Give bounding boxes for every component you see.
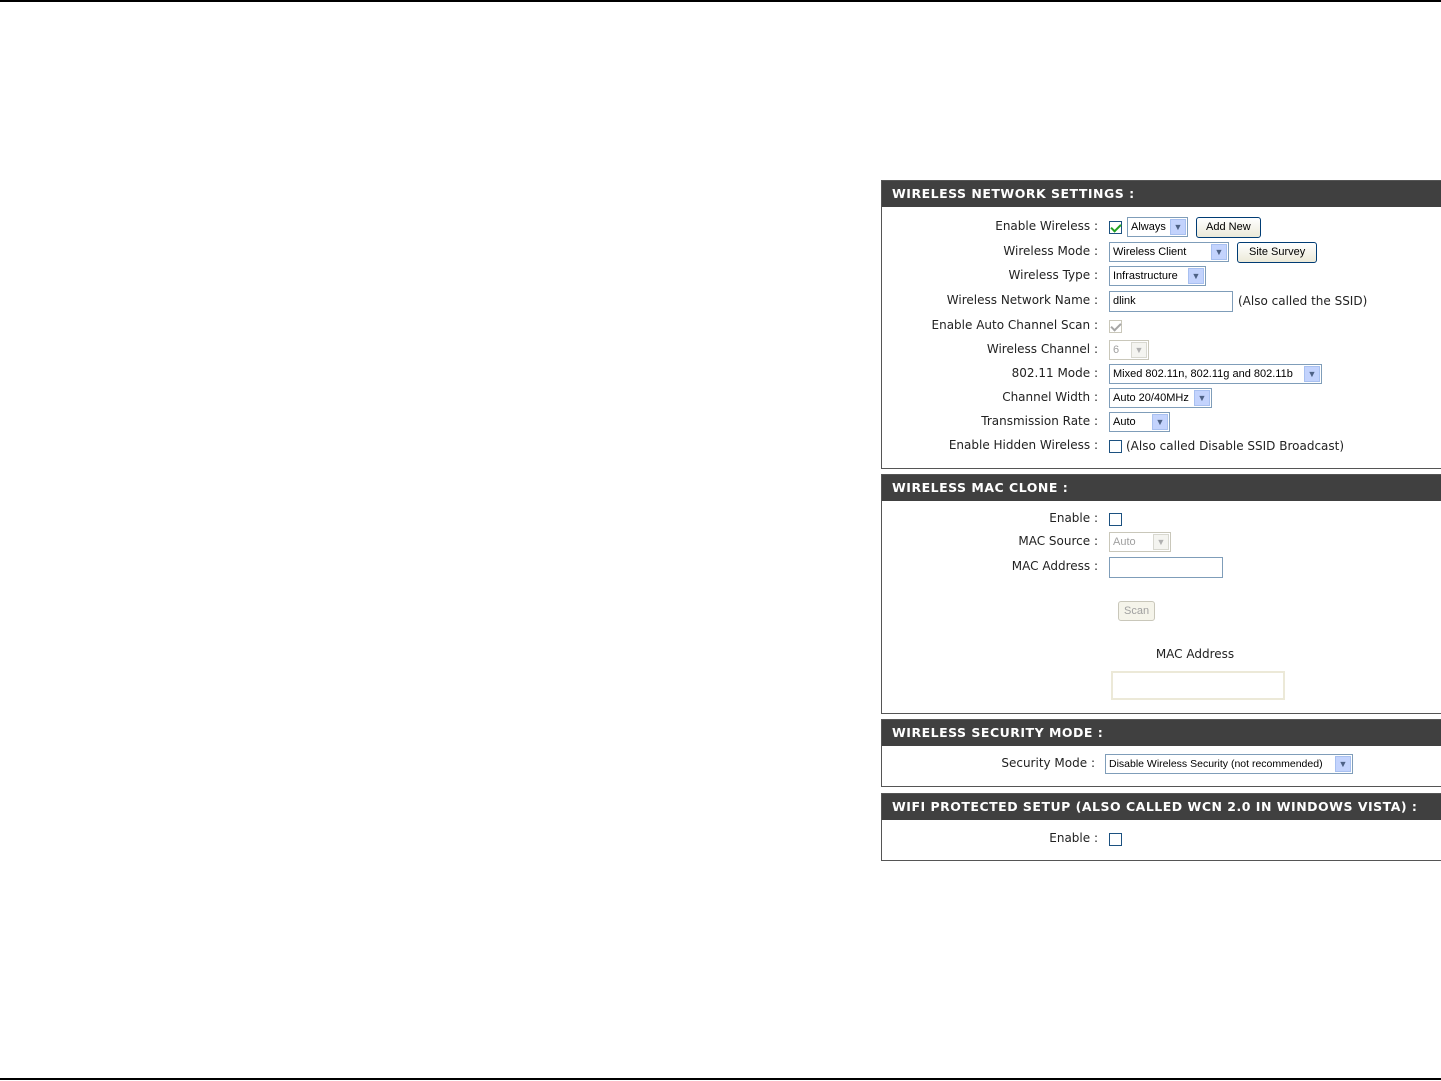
network-name-input[interactable]: dlink bbox=[1109, 290, 1233, 312]
network-name-label: Wireless Network Name : bbox=[946, 293, 1098, 307]
security-mode-select[interactable]: Disable Wireless Security (not recommend… bbox=[1105, 754, 1353, 774]
auto-channel-label: Enable Auto Channel Scan : bbox=[931, 318, 1098, 332]
hidden-wireless-note: (Also called Disable SSID Broadcast) bbox=[1126, 439, 1345, 453]
mac-address-input[interactable] bbox=[1109, 556, 1223, 578]
chevron-down-icon: ▼ bbox=[1194, 390, 1210, 406]
channel-width-select[interactable]: Auto 20/40MHz ▼ bbox=[1109, 388, 1212, 408]
section-title: WIRELESS MAC CLONE : bbox=[882, 475, 1441, 501]
mac-clone-enable-checkbox[interactable] bbox=[1109, 512, 1122, 526]
section-title: WIRELESS SECURITY MODE : bbox=[882, 720, 1441, 746]
bottom-rule bbox=[0, 1078, 1441, 1080]
enable-wireless-row: Enable Wireless : Always ▼ Add New bbox=[882, 216, 1440, 238]
chevron-down-icon: ▼ bbox=[1304, 366, 1320, 382]
transmission-rate-value: Auto bbox=[1113, 416, 1136, 428]
section-title: WIFI PROTECTED SETUP (ALSO CALLED WCN 2.… bbox=[882, 794, 1441, 820]
channel-width-label: Channel Width : bbox=[1002, 390, 1098, 404]
chevron-down-icon: ▼ bbox=[1211, 244, 1227, 260]
wireless-network-settings-panel: WIRELESS NETWORK SETTINGS : Enable Wirel… bbox=[881, 180, 1441, 469]
wireless-type-select[interactable]: Infrastructure ▼ bbox=[1109, 266, 1206, 286]
wireless-type-value: Infrastructure bbox=[1113, 270, 1178, 282]
auto-channel-row: Enable Auto Channel Scan : bbox=[882, 315, 1440, 337]
mac-clone-enable-label: Enable : bbox=[1049, 511, 1098, 525]
network-name-row: Wireless Network Name : dlink (Also call… bbox=[882, 290, 1440, 312]
mac-source-value: Auto bbox=[1113, 536, 1136, 548]
mac-address-row: MAC Address : bbox=[882, 556, 1440, 578]
mac-clone-enable-row: Enable : bbox=[882, 508, 1440, 530]
add-new-button[interactable]: Add New bbox=[1196, 216, 1261, 238]
wireless-type-label: Wireless Type : bbox=[1008, 268, 1098, 282]
wps-enable-label: Enable : bbox=[1049, 831, 1098, 845]
mode-80211-select[interactable]: Mixed 802.11n, 802.11g and 802.11b ▼ bbox=[1109, 364, 1322, 384]
wireless-mode-row: Wireless Mode : Wireless Client ▼ Site S… bbox=[882, 241, 1440, 263]
security-mode-row: Security Mode : Disable Wireless Securit… bbox=[882, 753, 1440, 775]
security-mode-label: Security Mode : bbox=[1001, 756, 1095, 770]
chevron-down-icon: ▼ bbox=[1335, 756, 1351, 772]
wireless-channel-value: 6 bbox=[1113, 344, 1120, 356]
top-rule bbox=[0, 0, 1441, 2]
mac-list-header: MAC Address bbox=[1155, 647, 1235, 661]
wireless-mode-select[interactable]: Wireless Client ▼ bbox=[1109, 242, 1229, 262]
chevron-down-icon: ▼ bbox=[1153, 534, 1169, 550]
hidden-wireless-label: Enable Hidden Wireless : bbox=[948, 438, 1098, 452]
wireless-channel-row: Wireless Channel : 6 ▼ bbox=[882, 339, 1440, 361]
wps-enable-checkbox[interactable] bbox=[1109, 832, 1122, 846]
wps-enable-row: Enable : bbox=[882, 828, 1440, 850]
channel-width-value: Auto 20/40MHz bbox=[1113, 392, 1189, 404]
transmission-rate-select[interactable]: Auto ▼ bbox=[1109, 412, 1170, 432]
ssid-note: (Also called the SSID) bbox=[1238, 294, 1368, 308]
mode-80211-value: Mixed 802.11n, 802.11g and 802.11b bbox=[1113, 368, 1293, 380]
hidden-wireless-row: Enable Hidden Wireless : (Also called Di… bbox=[882, 435, 1440, 457]
wireless-channel-select[interactable]: 6 ▼ bbox=[1109, 340, 1149, 360]
enable-wireless-checkbox[interactable] bbox=[1109, 220, 1122, 234]
wireless-mode-label: Wireless Mode : bbox=[1003, 244, 1098, 258]
transmission-rate-label: Transmission Rate : bbox=[981, 414, 1098, 428]
wifi-protected-setup-panel: WIFI PROTECTED SETUP (ALSO CALLED WCN 2.… bbox=[881, 793, 1441, 861]
transmission-rate-row: Transmission Rate : Auto ▼ bbox=[882, 411, 1440, 433]
mac-source-label: MAC Source : bbox=[1018, 534, 1098, 548]
chevron-down-icon: ▼ bbox=[1152, 414, 1168, 430]
hidden-wireless-checkbox[interactable] bbox=[1109, 439, 1122, 453]
mac-address-list[interactable] bbox=[1111, 671, 1285, 700]
enable-wireless-label: Enable Wireless : bbox=[995, 219, 1098, 233]
chevron-down-icon: ▼ bbox=[1131, 342, 1147, 358]
wireless-security-mode-panel: WIRELESS SECURITY MODE : Security Mode :… bbox=[881, 719, 1441, 787]
wireless-mode-value: Wireless Client bbox=[1113, 246, 1187, 258]
scan-button[interactable]: Scan bbox=[1118, 601, 1156, 621]
security-mode-value: Disable Wireless Security (not recommend… bbox=[1109, 758, 1323, 770]
schedule-select[interactable]: Always ▼ bbox=[1127, 217, 1188, 237]
channel-width-row: Channel Width : Auto 20/40MHz ▼ bbox=[882, 387, 1440, 409]
section-title: WIRELESS NETWORK SETTINGS : bbox=[882, 181, 1441, 207]
wireless-type-row: Wireless Type : Infrastructure ▼ bbox=[882, 265, 1440, 287]
mac-address-label: MAC Address : bbox=[1011, 559, 1098, 573]
mode-80211-label: 802.11 Mode : bbox=[1011, 366, 1098, 380]
chevron-down-icon: ▼ bbox=[1188, 268, 1204, 284]
schedule-value: Always bbox=[1131, 221, 1166, 233]
auto-channel-checkbox[interactable] bbox=[1109, 319, 1122, 333]
mode-80211-row: 802.11 Mode : Mixed 802.11n, 802.11g and… bbox=[882, 363, 1440, 385]
wireless-mac-clone-panel: WIRELESS MAC CLONE : Enable : MAC Source… bbox=[881, 474, 1441, 714]
mac-source-select[interactable]: Auto ▼ bbox=[1109, 532, 1171, 552]
chevron-down-icon: ▼ bbox=[1170, 219, 1186, 235]
site-survey-button[interactable]: Site Survey bbox=[1237, 241, 1318, 263]
wireless-channel-label: Wireless Channel : bbox=[986, 342, 1098, 356]
mac-source-row: MAC Source : Auto ▼ bbox=[882, 531, 1440, 553]
